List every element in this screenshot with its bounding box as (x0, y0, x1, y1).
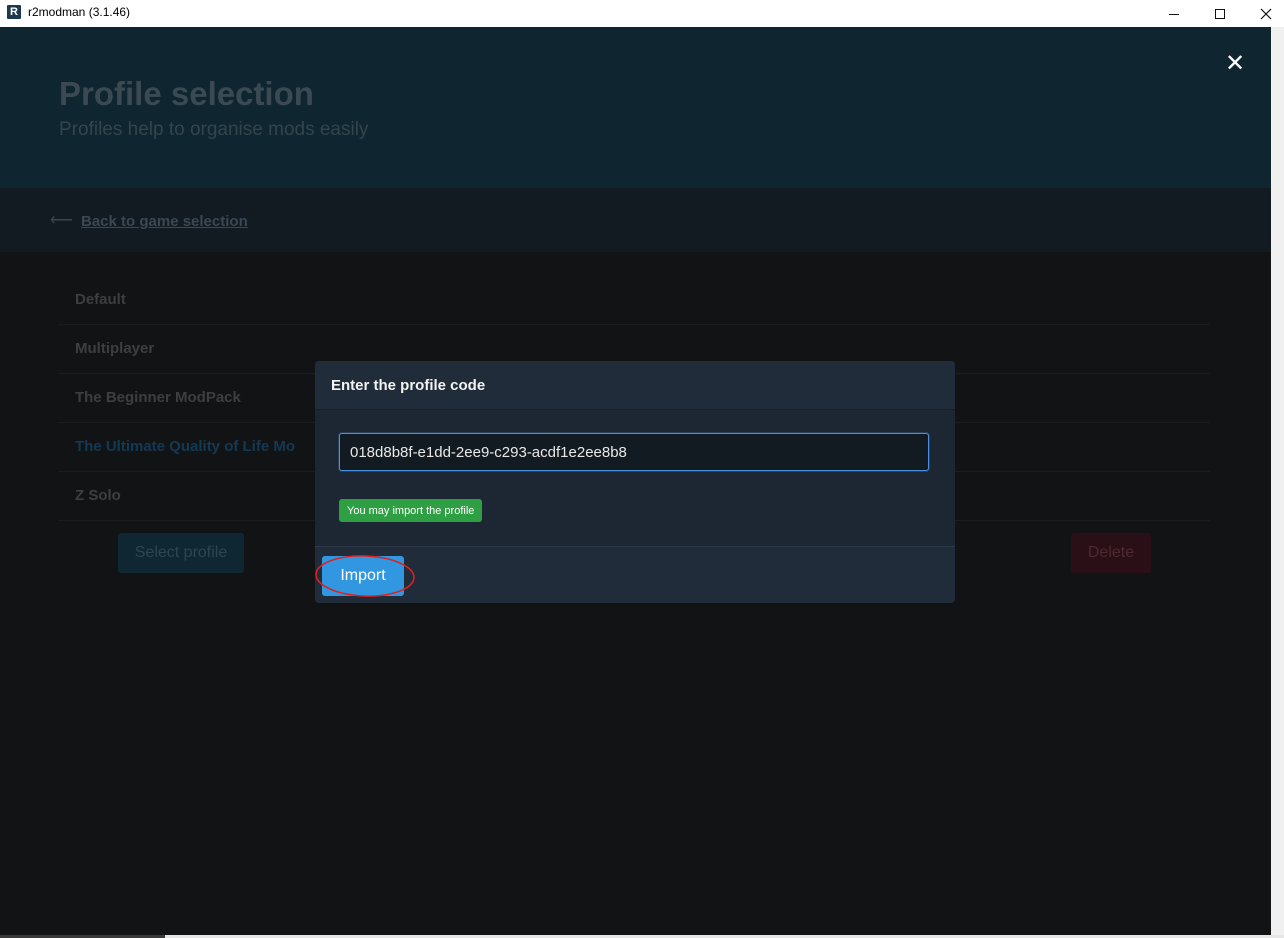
page-title: Profile selection (59, 75, 314, 112)
app-content: Profile selection Profiles help to organ… (0, 27, 1271, 935)
window-title: r2modman (3.1.46) (28, 5, 131, 19)
back-to-game-selection-link[interactable]: Back to game selection (81, 213, 248, 230)
profile-name: The Beginner ModPack (75, 389, 241, 406)
minimize-button[interactable] (1151, 0, 1197, 27)
minimize-icon (1169, 13, 1179, 15)
profile-item[interactable]: Default (58, 276, 1210, 325)
modal-title: Enter the profile code (331, 377, 486, 394)
modal-close-icon[interactable]: ✕ (1222, 51, 1248, 77)
maximize-icon (1215, 8, 1225, 19)
back-bar: ⟵ Back to game selection (0, 188, 1271, 252)
maximize-button[interactable] (1197, 0, 1243, 27)
modal-body: You may import the profile (315, 410, 955, 546)
window-close-button[interactable] (1243, 0, 1284, 27)
modal-footer: Import (315, 546, 955, 603)
close-icon (1260, 8, 1272, 19)
import-button[interactable]: Import (322, 556, 404, 596)
page-subtitle: Profiles help to organise mods easily (59, 119, 369, 140)
app-icon: R (7, 5, 21, 19)
import-profile-modal: Enter the profile code You may import th… (315, 361, 955, 603)
profile-name: Z Solo (75, 487, 121, 504)
delete-profile-button[interactable]: Delete (1071, 533, 1151, 573)
status-badge: You may import the profile (339, 499, 483, 522)
scrollbar[interactable] (1271, 27, 1284, 935)
back-arrow-icon: ⟵ (50, 212, 73, 229)
profile-name: Default (75, 291, 126, 308)
select-profile-button[interactable]: Select profile (118, 533, 244, 573)
profile-name: The Ultimate Quality of Life Mo (75, 438, 296, 455)
profile-name: Multiplayer (75, 340, 155, 357)
modal-header: Enter the profile code (315, 361, 955, 410)
profile-code-input[interactable] (339, 433, 929, 471)
window-titlebar: R r2modman (3.1.46) (0, 0, 1284, 27)
hero-section: Profile selection Profiles help to organ… (0, 27, 1271, 188)
